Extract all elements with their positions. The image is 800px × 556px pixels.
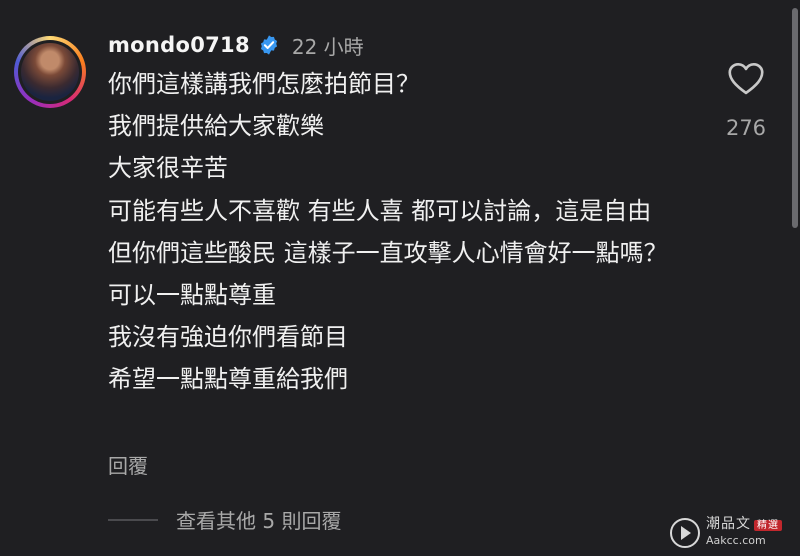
like-count: 276 bbox=[725, 116, 767, 140]
avatar-photo bbox=[21, 43, 79, 101]
comment-line: 可以一點點尊重 bbox=[108, 280, 276, 309]
watermark: 潮品文 精選 Aakcc.com bbox=[670, 517, 782, 548]
comment-body: 你們這樣講我們怎麼拍節目？ 我們提供給大家歡樂 大家很辛苦 可能有些人不喜歡 有… bbox=[108, 66, 708, 404]
watermark-tag: 精選 bbox=[754, 520, 782, 531]
watermark-url: Aakcc.com bbox=[706, 534, 766, 547]
reply-button[interactable]: 回覆 bbox=[108, 450, 148, 479]
view-more-replies-label: 查看其他 5 則回覆 bbox=[176, 509, 342, 533]
comment-line: 希望一點點尊重給我們 bbox=[108, 365, 348, 394]
username[interactable]: mondo0718 bbox=[108, 33, 250, 57]
comment-line: 你們這樣講我們怎麼拍節目？ bbox=[108, 70, 420, 98]
comment-line: 我沒有強迫你們看節目 bbox=[108, 323, 348, 352]
comment-header: mondo0718 22 小時 bbox=[108, 31, 364, 59]
scrollbar[interactable] bbox=[792, 8, 798, 228]
divider-line bbox=[108, 518, 158, 521]
comment-line: 但你們這些酸民 這樣子一直攻擊人心情會好一點嗎？ bbox=[108, 238, 668, 267]
watermark-text: 潮品文 精選 Aakcc.com bbox=[706, 517, 782, 548]
comment-line: 可能有些人不喜歡 有些人喜 都可以討論，這是自由 bbox=[108, 196, 652, 225]
comment-time: 22 小時 bbox=[291, 34, 364, 59]
view-more-replies[interactable]: 查看其他 5 則回覆 bbox=[108, 505, 341, 534]
comment-line: 大家很辛苦 bbox=[108, 154, 228, 183]
avatar-ring-gap bbox=[18, 40, 82, 104]
watermark-name: 潮品文 bbox=[706, 516, 751, 532]
like-area: 276 bbox=[716, 62, 776, 140]
heart-icon[interactable] bbox=[727, 62, 765, 96]
play-icon bbox=[670, 517, 700, 548]
avatar[interactable] bbox=[14, 36, 86, 108]
verified-badge-icon bbox=[260, 35, 277, 55]
comment-line: 我們提供給大家歡樂 bbox=[108, 112, 324, 141]
